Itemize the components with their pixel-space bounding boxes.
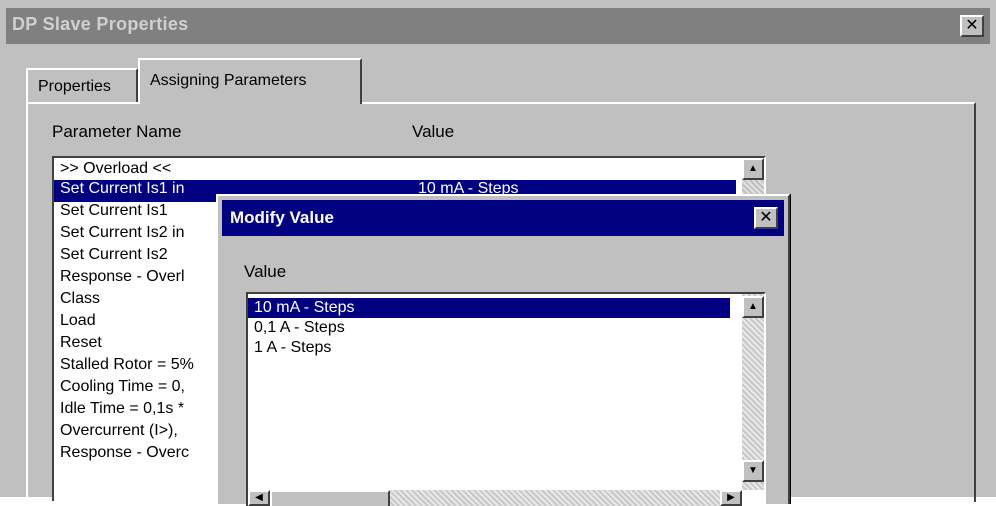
list-item[interactable]: Response - Overc xyxy=(60,444,189,462)
list-item[interactable]: Set Current Is2 in xyxy=(60,224,185,242)
list-item[interactable]: Load xyxy=(60,312,96,330)
dialog-titlebar[interactable]: Modify Value ✕ xyxy=(222,200,784,236)
close-icon[interactable]: ✕ xyxy=(754,207,778,229)
close-icon[interactable]: ✕ xyxy=(960,15,984,37)
value-label: Value xyxy=(244,262,287,281)
list-item[interactable]: Set Current Is1 xyxy=(60,202,168,220)
list-item[interactable]: Set Current Is2 xyxy=(60,246,168,264)
list-item[interactable]: >> Overload << xyxy=(60,160,171,178)
list-item[interactable]: 0,1 A - Steps xyxy=(248,318,345,338)
scroll-up-icon[interactable]: ▲ xyxy=(742,296,764,318)
tab-assigning-parameters[interactable]: Assigning Parameters xyxy=(138,58,362,104)
param-name: Class xyxy=(60,290,101,307)
modify-value-dialog: Modify Value ✕ Value 10 mA - Steps 0,1 A… xyxy=(216,194,790,506)
param-name: Set Current Is1 xyxy=(60,202,168,219)
param-name: Set Current Is2 xyxy=(60,246,168,263)
tab-properties[interactable]: Properties xyxy=(26,68,138,102)
tab-label: Properties xyxy=(38,78,111,95)
options-vertical-scrollbar[interactable]: ▲ ▼ xyxy=(742,294,764,490)
list-item[interactable]: 10 mA - Steps xyxy=(248,298,730,318)
window-title: DP Slave Properties xyxy=(12,14,189,34)
value-options-list[interactable]: 10 mA - Steps 0,1 A - Steps 1 A - Steps … xyxy=(246,292,766,506)
scroll-left-icon[interactable]: ◀ xyxy=(248,490,270,506)
scroll-thumb[interactable] xyxy=(270,490,390,506)
param-name: Reset xyxy=(60,334,102,351)
list-item[interactable]: Overcurrent (I>), xyxy=(60,422,178,440)
param-name: Stalled Rotor = 5% xyxy=(60,356,194,373)
dialog-title: Modify Value xyxy=(230,208,334,227)
column-header-parameter-name: Parameter Name xyxy=(52,122,182,141)
param-name: Cooling Time = 0, xyxy=(60,378,185,395)
param-name: >> Overload << xyxy=(60,160,172,177)
param-name: Idle Time = 0,1s * xyxy=(60,400,185,417)
list-item[interactable]: Response - Overl xyxy=(60,268,185,286)
list-item[interactable]: Reset xyxy=(60,334,102,352)
param-name: Load xyxy=(60,312,96,329)
scroll-up-icon[interactable]: ▲ xyxy=(742,158,764,180)
param-name: Response - Overl xyxy=(60,268,185,285)
param-name: Overcurrent (I>), xyxy=(60,422,178,439)
list-item[interactable]: Stalled Rotor = 5% xyxy=(60,356,194,374)
scroll-right-icon[interactable]: ▶ xyxy=(720,490,742,506)
param-name: Set Current Is1 in xyxy=(60,180,185,197)
window-titlebar[interactable]: DP Slave Properties ✕ xyxy=(6,8,990,44)
tab-label: Assigning Parameters xyxy=(150,72,307,89)
options-horizontal-scrollbar[interactable]: ◀ ▶ xyxy=(248,490,742,506)
param-name: Set Current Is2 in xyxy=(60,224,185,241)
list-item[interactable]: Idle Time = 0,1s * xyxy=(60,400,184,418)
param-name: Response - Overc xyxy=(60,444,189,461)
list-item[interactable]: Cooling Time = 0, xyxy=(60,378,185,396)
scroll-down-icon[interactable]: ▼ xyxy=(742,460,764,482)
dp-slave-properties-window: DP Slave Properties ✕ Properties Assigni… xyxy=(0,0,996,506)
list-item[interactable]: 1 A - Steps xyxy=(248,338,331,358)
list-item[interactable]: Class xyxy=(60,290,100,308)
column-header-value: Value xyxy=(412,122,455,141)
